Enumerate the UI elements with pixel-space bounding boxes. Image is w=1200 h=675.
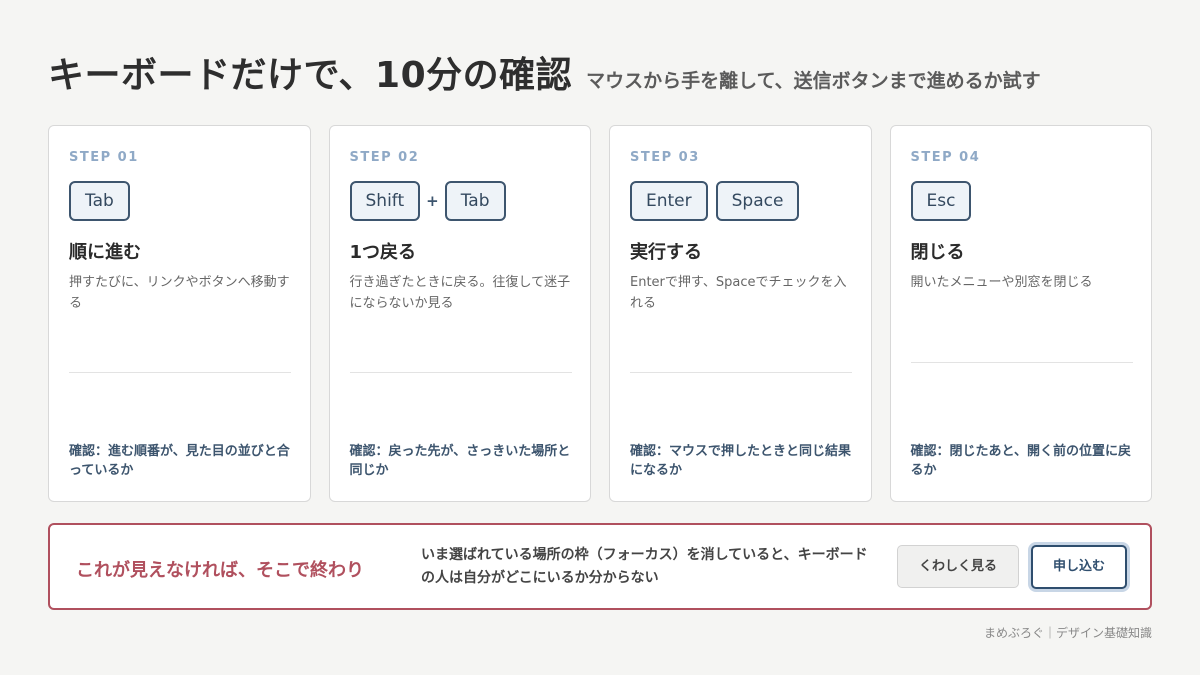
learn-more-button[interactable]: くわしく見る <box>897 545 1019 588</box>
step-label: STEP 02 <box>349 150 420 165</box>
enter-key: Enter <box>630 181 708 221</box>
key-group: Shift + Tab <box>349 181 506 221</box>
key-group: Enter Space <box>630 181 800 221</box>
alert-title: これが見えなければ、そこで終わり <box>76 560 364 581</box>
key-group: Tab <box>69 181 130 221</box>
step-title: 実行する <box>630 242 702 263</box>
step-title: 閉じる <box>910 242 965 263</box>
step-label: STEP 03 <box>630 150 700 165</box>
page-subtitle: マウスから手を離して、送信ボタンまで進めるか試す <box>586 70 1041 92</box>
divider <box>630 372 852 373</box>
step-description: 開いたメニューや別窓を閉じる <box>910 275 1093 290</box>
divider <box>910 362 1133 363</box>
page-header: キーボードだけで、10分の確認 マウスから手を離して、送信ボタンまで進めるか試す <box>48 46 1041 98</box>
shift-key: Shift <box>349 181 421 221</box>
divider <box>69 372 291 373</box>
step-check: 確認：戻った先が、さっきいた場所と同じか <box>349 444 571 478</box>
step-card-01: STEP 01 Tab 順に進む 押すたびに、リンクやボタンへ移動する 確認：進… <box>48 125 311 502</box>
step-card-03: STEP 03 Enter Space 実行する Enterで押す、Spaceで… <box>609 125 872 502</box>
footer-credit: まめぶろぐ｜デザイン基礎知識 <box>983 626 1152 640</box>
step-check: 確認：閉じたあと、開く前の位置に戻るか <box>910 444 1131 478</box>
focus-alert-panel: これが見えなければ、そこで終わり いま選ばれている場所の枠（フォーカス）を消して… <box>48 523 1152 610</box>
page-title: キーボードだけで、10分の確認 <box>48 55 573 96</box>
step-description: Enterで押す、Spaceでチェックを入れる <box>630 275 847 311</box>
step-label: STEP 01 <box>69 150 139 165</box>
space-key: Space <box>715 181 800 221</box>
step-description: 押すたびに、リンクやボタンへ移動する <box>69 275 290 311</box>
alert-description: いま選ばれている場所の枠（フォーカス）を消していると、キーボードの人は自分がどこ… <box>421 547 868 586</box>
step-card-02: STEP 02 Shift + Tab 1つ戻る 行き過ぎたときに戻る。往復して… <box>328 125 591 502</box>
step-description: 行き過ぎたときに戻る。往復して迷子にならないか見る <box>349 275 571 311</box>
step-title: 順に進む <box>69 242 141 263</box>
plus-sign: + <box>426 192 439 210</box>
step-cards: STEP 01 Tab 順に進む 押すたびに、リンクやボタンへ移動する 確認：進… <box>48 125 1152 502</box>
step-title: 1つ戻る <box>349 242 417 263</box>
tab-key: Tab <box>444 181 506 221</box>
step-card-04: STEP 04 Esc 閉じる 開いたメニューや別窓を閉じる 確認：閉じたあと、… <box>889 125 1152 502</box>
step-check: 確認：進む順番が、見た目の並びと合っているか <box>69 444 290 478</box>
step-check: 確認：マウスで押したときと同じ結果になるか <box>630 444 852 478</box>
esc-key: Esc <box>910 181 972 221</box>
apply-button[interactable]: 申し込む <box>1031 545 1127 589</box>
step-label: STEP 04 <box>910 150 981 165</box>
tab-key: Tab <box>69 181 130 221</box>
divider <box>349 372 572 373</box>
key-group: Esc <box>910 181 972 221</box>
